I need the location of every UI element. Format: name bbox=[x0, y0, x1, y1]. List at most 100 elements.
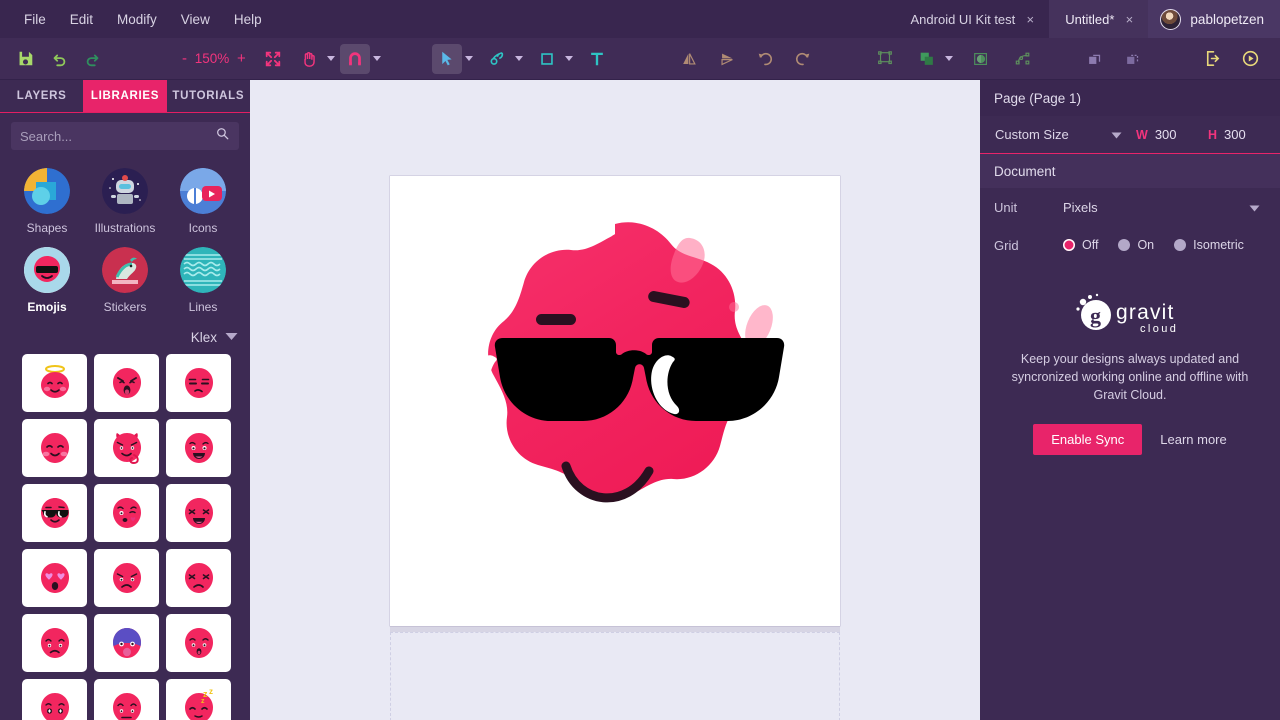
flip-vertical-icon[interactable] bbox=[712, 44, 742, 74]
fit-to-screen-icon[interactable] bbox=[258, 44, 288, 74]
close-icon[interactable]: × bbox=[1024, 13, 1036, 26]
search-icon[interactable] bbox=[215, 126, 230, 146]
svg-text:z: z bbox=[209, 687, 213, 696]
menu-modify[interactable]: Modify bbox=[107, 7, 167, 32]
chevron-down-icon[interactable] bbox=[1111, 127, 1122, 142]
zoom-level-value[interactable]: 150% bbox=[194, 51, 230, 66]
emoji-sad-angry[interactable] bbox=[94, 549, 159, 607]
rotate-left-icon[interactable] bbox=[750, 44, 780, 74]
emoji-devil[interactable] bbox=[94, 419, 159, 477]
emoji-laugh-squint[interactable] bbox=[166, 484, 231, 542]
emoji-surprised[interactable] bbox=[166, 614, 231, 672]
emoji-scream[interactable] bbox=[94, 614, 159, 672]
chevron-down-icon[interactable] bbox=[462, 46, 476, 72]
emoji-frustrated[interactable] bbox=[166, 549, 231, 607]
save-icon[interactable] bbox=[10, 44, 40, 74]
boolean-union-icon[interactable] bbox=[912, 44, 942, 74]
sunglasses-emoji-artwork[interactable] bbox=[390, 176, 840, 626]
menu-items: File Edit Modify View Help bbox=[0, 7, 272, 32]
close-icon[interactable]: × bbox=[1123, 13, 1135, 26]
hand-tool-icon[interactable] bbox=[294, 44, 324, 74]
menu-file[interactable]: File bbox=[14, 7, 56, 32]
chevron-down-icon[interactable] bbox=[942, 46, 956, 72]
library-item-illustrations[interactable]: Illustrations bbox=[86, 162, 164, 239]
zoom-out-button[interactable]: - bbox=[180, 50, 189, 67]
search-box[interactable] bbox=[11, 122, 239, 150]
chevron-down-icon[interactable] bbox=[1249, 200, 1260, 215]
pen-tool-icon[interactable] bbox=[482, 44, 512, 74]
library-item-lines[interactable]: Lines bbox=[164, 241, 242, 318]
grid-option-isometric[interactable]: Isometric bbox=[1174, 238, 1244, 252]
tab-libraries[interactable]: LIBRARIES bbox=[83, 80, 167, 112]
grid-option-off[interactable]: Off bbox=[1063, 238, 1098, 252]
library-item-stickers[interactable]: Stickers bbox=[86, 241, 164, 318]
artboard-page-1[interactable] bbox=[390, 176, 840, 626]
left-panel: LAYERS LIBRARIES TUTORIALS Search... Sha… bbox=[0, 80, 250, 720]
preview-play-icon[interactable] bbox=[1236, 44, 1266, 74]
design-canvas[interactable] bbox=[250, 80, 980, 720]
redo-icon[interactable] bbox=[78, 44, 108, 74]
zoom-in-button[interactable]: + bbox=[235, 50, 248, 67]
emoji-angel[interactable] bbox=[22, 354, 87, 412]
search-input[interactable] bbox=[20, 128, 215, 144]
chevron-down-icon[interactable] bbox=[370, 46, 384, 72]
emoji-worried[interactable] bbox=[22, 614, 87, 672]
mask-icon[interactable] bbox=[966, 44, 996, 74]
flip-horizontal-icon[interactable] bbox=[674, 44, 704, 74]
chevron-down-icon[interactable] bbox=[225, 328, 238, 346]
emoji-kiss-heart[interactable] bbox=[94, 484, 159, 542]
menu-view[interactable]: View bbox=[171, 7, 220, 32]
transform-icon[interactable] bbox=[870, 44, 900, 74]
pointer-tool-icon[interactable] bbox=[431, 43, 462, 74]
chevron-down-icon[interactable] bbox=[562, 46, 576, 72]
rotate-right-icon[interactable] bbox=[788, 44, 818, 74]
svg-text:g: g bbox=[1090, 303, 1101, 328]
document-tab-untitled[interactable]: Untitled* × bbox=[1049, 0, 1149, 38]
radio-icon[interactable] bbox=[1174, 239, 1187, 251]
undo-icon[interactable] bbox=[44, 44, 74, 74]
emoji-sunglasses[interactable] bbox=[22, 484, 87, 542]
page-size-preset-select[interactable]: Custom Size bbox=[988, 122, 1130, 148]
grid-option-label: Off bbox=[1082, 238, 1099, 252]
radio-icon[interactable] bbox=[1118, 239, 1131, 251]
chevron-down-icon[interactable] bbox=[512, 46, 526, 72]
text-tool-icon[interactable] bbox=[582, 44, 612, 74]
emoji-nervous[interactable] bbox=[94, 679, 159, 720]
document-tab-label: Android UI Kit test bbox=[910, 11, 1016, 27]
tab-layers[interactable]: LAYERS bbox=[0, 80, 83, 112]
menu-edit[interactable]: Edit bbox=[60, 7, 103, 32]
rectangle-tool-icon[interactable] bbox=[532, 44, 562, 74]
emoji-grin[interactable] bbox=[166, 419, 231, 477]
chevron-down-icon[interactable] bbox=[324, 46, 338, 72]
emoji-angry-shout[interactable] bbox=[94, 354, 159, 412]
radio-icon[interactable] bbox=[1063, 239, 1075, 251]
snap-magnet-icon[interactable] bbox=[339, 43, 370, 74]
library-item-icons[interactable]: Icons bbox=[164, 162, 242, 239]
export-icon[interactable] bbox=[1198, 44, 1228, 74]
path-nodes-icon[interactable] bbox=[1008, 44, 1038, 74]
unit-value: Pixels bbox=[1063, 199, 1098, 215]
svg-text:z: z bbox=[201, 698, 205, 705]
page-width-field[interactable]: W 300 bbox=[1130, 122, 1202, 148]
emoji-dizzy[interactable] bbox=[22, 679, 87, 720]
library-item-shapes[interactable]: Shapes bbox=[8, 162, 86, 239]
category-selector[interactable]: Klex bbox=[0, 322, 250, 354]
learn-more-link[interactable]: Learn more bbox=[1160, 432, 1226, 447]
document-tab-android-ui-kit-test[interactable]: Android UI Kit test × bbox=[895, 0, 1050, 38]
unit-row: Unit Pixels bbox=[980, 188, 1280, 226]
page-height-field[interactable]: H 300 bbox=[1202, 122, 1274, 148]
emoji-heart-eyes[interactable] bbox=[22, 549, 87, 607]
tab-tutorials[interactable]: TUTORIALS bbox=[167, 80, 250, 112]
group-icon[interactable] bbox=[1080, 44, 1110, 74]
enable-sync-button[interactable]: Enable Sync bbox=[1033, 424, 1143, 456]
emoji-unamused[interactable] bbox=[166, 354, 231, 412]
unit-select[interactable]: Pixels bbox=[1059, 194, 1266, 220]
menu-help[interactable]: Help bbox=[224, 7, 272, 32]
user-account-button[interactable]: pablopetzen bbox=[1148, 0, 1280, 38]
emoji-blush[interactable] bbox=[22, 419, 87, 477]
ungroup-icon[interactable] bbox=[1118, 44, 1148, 74]
grid-option-on[interactable]: On bbox=[1118, 238, 1154, 252]
library-grid: Shapes Illustrations Icons Emojis Sticke… bbox=[0, 156, 250, 322]
emoji-sleeping[interactable]: z z z bbox=[166, 679, 231, 720]
library-item-emojis[interactable]: Emojis bbox=[8, 241, 86, 318]
